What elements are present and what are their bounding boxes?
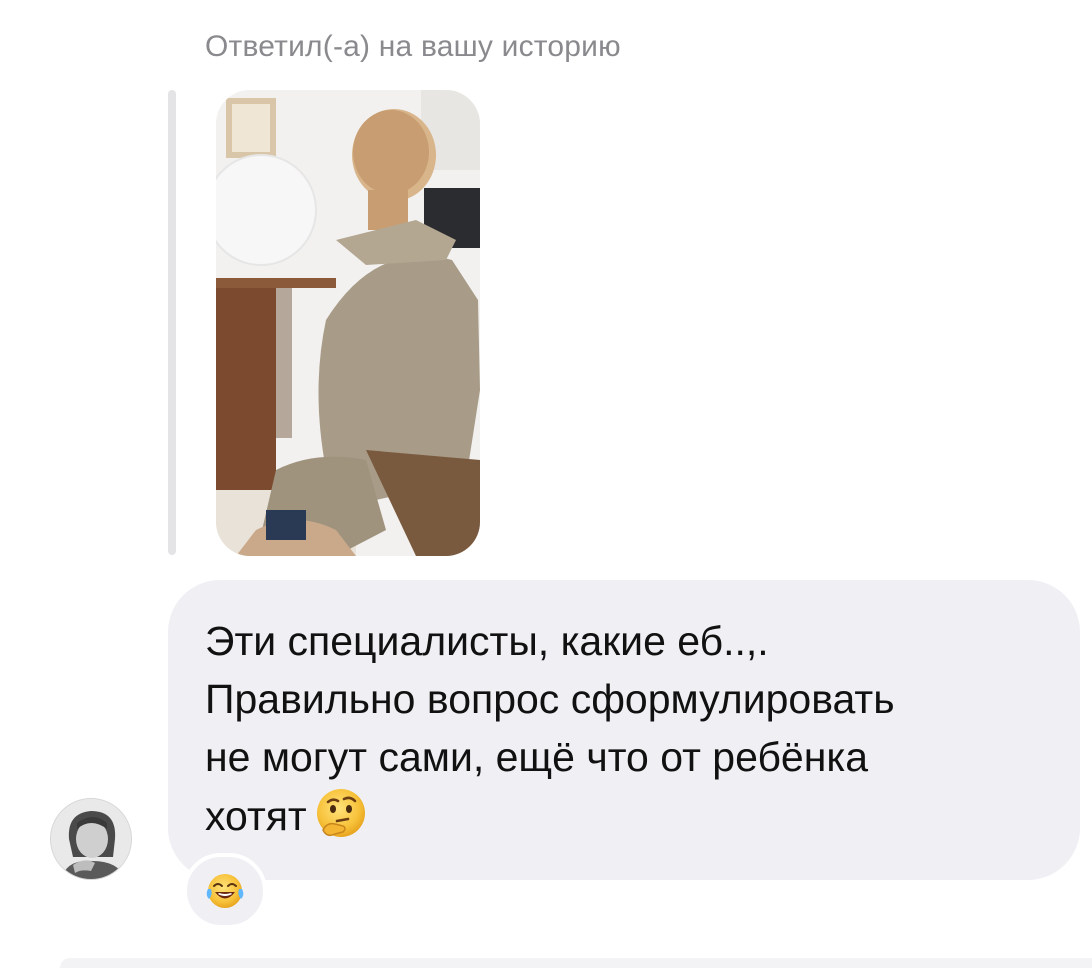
story-quote-bar (168, 90, 176, 555)
message-line: хотят (205, 786, 1065, 845)
thinking-face-icon (316, 789, 365, 837)
message-line: Правильно вопрос сформулировать (205, 676, 895, 722)
face-with-tears-of-joy-icon (206, 874, 244, 908)
reply-header: Ответил(-а) на вашу историю (205, 30, 621, 63)
message-text: Эти специалисты, какие еб..,. Правильно … (205, 612, 1065, 845)
message-last-line: хотят (205, 793, 307, 839)
message-line: Эти специалисты, какие еб..,. (205, 618, 769, 664)
user-avatar-icon (51, 799, 131, 879)
sender-avatar[interactable] (50, 798, 132, 880)
story-thumbnail[interactable] (216, 90, 480, 556)
message-line: не могут сами, ещё что от ребёнка (205, 734, 869, 780)
story-photo-icon (216, 90, 480, 556)
message-reaction[interactable] (183, 853, 267, 929)
